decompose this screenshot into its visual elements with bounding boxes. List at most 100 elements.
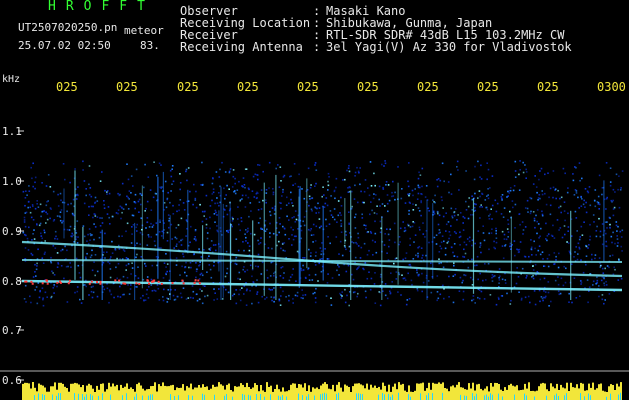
noise-speck <box>29 211 32 214</box>
noise-speck <box>268 161 271 164</box>
noise-speck <box>477 197 479 199</box>
noise-speck <box>314 291 316 294</box>
noise-speck <box>436 210 439 213</box>
power-bar-low-segment <box>110 394 111 400</box>
noise-speck <box>199 288 201 291</box>
power-bar-low-segment <box>282 395 283 400</box>
noise-speck <box>604 299 606 301</box>
noise-speck <box>167 289 170 291</box>
power-bar-low-segment <box>326 393 327 400</box>
noise-speck <box>320 225 322 228</box>
noise-speck <box>480 251 482 254</box>
power-bar-segment <box>120 384 122 400</box>
noise-speck <box>383 244 386 246</box>
noise-speck <box>527 211 529 213</box>
noise-speck <box>282 191 284 193</box>
noise-speck <box>269 222 271 225</box>
noise-speck <box>419 174 422 176</box>
noise-speck <box>131 262 133 264</box>
noise-speck <box>586 190 589 193</box>
noise-speck <box>468 197 470 199</box>
noise-speck <box>585 211 588 214</box>
noise-speck <box>130 284 132 286</box>
noise-speck <box>266 269 268 272</box>
noise-speck <box>268 187 270 189</box>
noise-speck <box>327 184 330 187</box>
noise-speck <box>575 297 578 299</box>
noise-speck <box>257 253 260 256</box>
power-bar-segment <box>162 382 164 400</box>
noise-speck <box>537 223 540 225</box>
noise-speck <box>75 232 78 234</box>
power-bar-segment <box>354 383 356 400</box>
noise-speck <box>357 236 360 239</box>
noise-speck <box>617 188 619 191</box>
noise-speck <box>581 198 583 200</box>
noise-speck <box>310 252 312 254</box>
power-bar-segment <box>274 389 276 400</box>
noise-speck <box>257 178 259 181</box>
noise-speck <box>148 236 150 238</box>
power-bar-segment <box>544 383 546 400</box>
noise-speck <box>257 239 259 242</box>
noise-speck <box>462 229 465 231</box>
noise-speck <box>308 204 310 207</box>
noise-speck <box>136 242 138 245</box>
power-bar-segment <box>614 390 616 400</box>
noise-speck <box>154 290 157 292</box>
noise-speck <box>85 285 87 288</box>
power-bar-segment <box>156 391 158 400</box>
noise-speck <box>535 214 537 217</box>
noise-speck <box>510 299 512 302</box>
hot-pixel <box>59 280 61 283</box>
noise-speck <box>394 241 396 244</box>
noise-speck <box>200 256 203 258</box>
noise-speck <box>502 257 505 259</box>
noise-speck <box>216 298 219 300</box>
noise-speck <box>74 291 76 294</box>
noise-speck <box>611 254 614 257</box>
noise-speck <box>440 247 443 250</box>
noise-speck <box>244 233 246 235</box>
noise-speck <box>310 228 312 230</box>
noise-speck <box>126 195 128 198</box>
noise-speck <box>237 249 240 252</box>
noise-speck <box>417 246 419 249</box>
power-bar-low-segment <box>92 395 93 400</box>
noise-speck <box>86 252 88 255</box>
noise-speck <box>315 212 317 214</box>
noise-speck <box>150 236 152 238</box>
noise-speck <box>90 254 93 257</box>
noise-speck <box>165 253 167 255</box>
noise-speck <box>542 299 544 302</box>
noise-speck <box>620 277 623 280</box>
noise-speck <box>179 199 182 201</box>
noise-speck <box>47 174 50 176</box>
noise-speck <box>611 241 613 244</box>
noise-speck <box>432 199 434 201</box>
noise-speck <box>281 266 284 268</box>
power-bar-segment <box>594 389 596 400</box>
noise-speck <box>66 228 69 231</box>
noise-speck <box>370 277 373 280</box>
noise-speck <box>126 222 129 225</box>
power-bar-low-segment <box>398 392 399 400</box>
noise-speck <box>422 222 424 224</box>
noise-speck <box>201 302 204 305</box>
noise-speck <box>592 280 595 283</box>
noise-speck <box>339 292 341 295</box>
power-bar-segment <box>62 383 64 400</box>
noise-speck <box>296 250 299 253</box>
noise-speck <box>327 258 330 260</box>
noise-speck <box>532 183 535 185</box>
noise-speck <box>528 255 530 258</box>
noise-speck <box>366 231 369 234</box>
noise-speck <box>501 194 504 196</box>
power-bar-segment <box>288 390 290 400</box>
noise-speck <box>452 251 454 254</box>
noise-speck <box>92 285 94 288</box>
noise-speck <box>516 267 518 269</box>
noise-speck <box>99 231 102 234</box>
noise-speck <box>181 238 184 241</box>
power-bar-low-segment <box>472 393 473 400</box>
